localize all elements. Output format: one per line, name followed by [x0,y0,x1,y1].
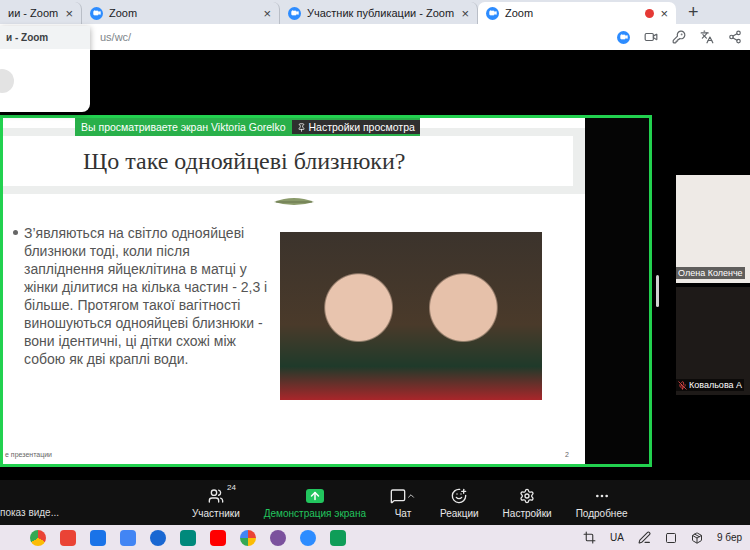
pin-icon [297,123,306,132]
meeting-toolbar: показ виде...24УчастникиДемонстрация экр… [0,480,750,525]
app-icon[interactable] [270,530,286,546]
language-indicator[interactable]: UA [610,532,624,543]
participant-count: 24 [227,483,236,492]
tab-close-button[interactable]: × [263,6,271,21]
app-icon[interactable] [330,530,346,546]
participant-name: Ковальова А [676,379,744,391]
chat-icon [390,488,406,504]
twins-photo [280,232,542,400]
zoom-logo-icon [288,7,301,20]
slide-bullet: З’являються на світло однояйцеві близнюк… [13,224,268,451]
app-icon[interactable] [180,530,196,546]
preview-avatar [0,69,14,93]
chevron-up-icon[interactable] [406,491,416,501]
browser-tab[interactable]: Участник публикации - Zoom × [280,2,478,24]
app-icon[interactable] [300,530,316,546]
translate-icon[interactable] [700,30,714,44]
slide-page-number: 2 [565,451,569,458]
leaf-ornament-icon [272,196,316,208]
app-icon[interactable] [120,530,136,546]
window-icon[interactable] [665,532,677,544]
tab-close-button[interactable]: × [660,6,668,21]
recording-icon [645,9,654,18]
split-handle[interactable] [656,275,659,307]
share-screen-icon [306,489,324,503]
participant-tile[interactable]: Ковальова А [676,287,750,395]
zoom-logo-icon [486,7,499,20]
slide: Що таке однояйцеві близнюки? З’являються … [3,118,585,464]
taskbar: UA 9 бер [0,525,750,550]
slide-title: Що таке однояйцеві близнюки? [3,136,573,186]
share-button[interactable]: Демонстрация экрана [252,487,378,519]
app-icon[interactable] [150,530,166,546]
screen: ии - Zoom×Zoom×Участник публикации - Zoo… [0,0,750,550]
more-icon [594,488,610,504]
reactions-button[interactable]: Реакции [428,487,491,519]
participant-name: Олена Коленче [676,267,745,279]
muted-mic-icon [678,381,687,390]
screen-capture-icon[interactable] [583,531,596,544]
tab-bar: ии - Zoom×Zoom×Участник публикации - Zoo… [0,0,750,24]
tab-label: Zoom [505,7,639,19]
app-icon[interactable] [210,530,226,546]
tab-close-button[interactable]: × [65,6,73,21]
zoom-meeting-area: Вы просматриваете экран Viktoria Gorelko… [0,50,750,480]
app-icon[interactable] [90,530,106,546]
more-button[interactable]: Подробнее [564,487,640,519]
browser-tab[interactable]: Zoom × [478,2,676,24]
reactions-icon [451,488,467,504]
url-field[interactable]: us/wc/ [100,31,603,43]
zoom-extension-icon[interactable] [617,31,630,44]
tray-icon[interactable] [691,532,703,544]
tab-preview-title: и - Zoom [0,26,90,49]
date[interactable]: 9 бер [717,532,742,543]
key-icon[interactable] [672,30,686,44]
slide-footer: е презентации [5,451,52,458]
settings-button[interactable]: Настройки [491,487,564,519]
pen-icon[interactable] [638,531,651,544]
new-tab-button[interactable]: + [688,2,699,23]
video-label[interactable]: показ виде... [0,487,180,518]
tab-preview-card: и - Zoom [0,26,90,112]
tab-label: ии - Zoom [8,7,59,19]
participants-button[interactable]: 24Участники [180,487,252,519]
app-icon[interactable] [30,530,46,546]
app-icon[interactable] [240,530,256,546]
tab-label: Участник публикации - Zoom [307,7,455,19]
browser-tab[interactable]: ии - Zoom × [0,2,82,24]
tab-label: Zoom [109,7,257,19]
share-icon[interactable] [728,30,742,44]
browser-tab[interactable]: Zoom × [82,2,280,24]
view-settings-button[interactable]: Настройки просмотра [292,120,420,134]
participant-strip: Олена Коленче Ковальова А [676,115,750,467]
sharing-banner: Вы просматриваете экран Viktoria Gorelko… [75,118,420,136]
participant-tile[interactable]: Олена Коленче [676,175,750,283]
camera-icon[interactable] [644,30,658,44]
tab-close-button[interactable]: × [461,6,469,21]
address-bar: us/wc/ [0,24,750,50]
chat-button[interactable]: Чат [378,487,428,519]
shared-screen: Вы просматриваете экран Viktoria Gorelko… [0,115,652,467]
app-icon[interactable] [60,530,76,546]
zoom-logo-icon [90,7,103,20]
participants-icon [208,488,224,504]
settings-icon [519,488,535,504]
